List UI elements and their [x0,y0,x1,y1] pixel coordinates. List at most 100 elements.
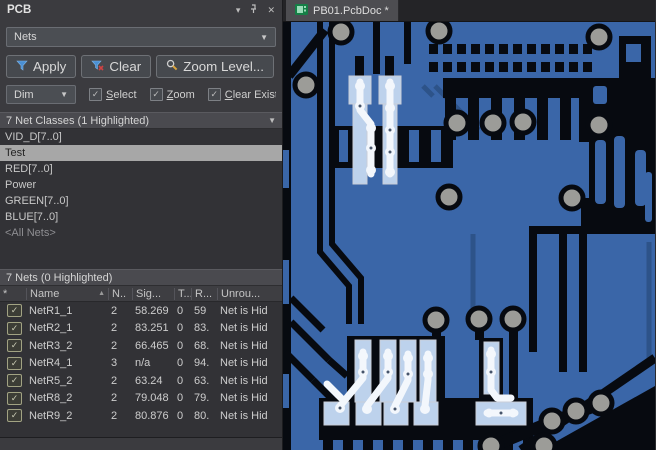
column-header-nodes[interactable]: N.. [108,287,132,300]
nets-header[interactable]: 7 Nets (0 Highlighted) [0,269,282,286]
net-unrouted: Net is Hid [220,409,268,422]
magnifier-icon [166,59,178,74]
net-class-item[interactable]: RED[7..0] [0,161,282,177]
net-t: 0 [177,357,184,370]
panel-header: PCB ▾ ✕ [0,0,282,20]
apply-button[interactable]: Apply [6,55,77,78]
table-row[interactable]: ✓ NetR2_1 2 83.251 0 83. Net is Hid [0,320,282,338]
net-signal: 66.465 [135,339,169,352]
clear-funnel-icon [91,59,104,74]
nets-table-empty-area [0,424,282,438]
browse-mode-value: Nets [14,31,37,43]
net-r: 79. [194,392,210,405]
dim-mode-value: Dim [14,88,34,101]
zoom-option: ✓ Zoom [149,88,195,101]
pcb-panel: PCB ▾ ✕ Nets ▼ Apply Clear Zoom Level... [0,0,283,450]
pcb-artwork [283,22,655,450]
document-tab-bar: PB01.PcbDoc * [283,0,655,22]
zoom-checkbox[interactable]: ✓ [149,88,163,101]
net-r: 94. [194,357,210,370]
net-r: 63. [194,374,210,387]
panel-pin-icon[interactable] [249,4,258,16]
column-header-name[interactable]: Name ▲ [26,287,108,300]
table-row[interactable]: ✓ NetR4_1 3 n/a 0 94. Net is Hid [0,355,282,373]
net-unrouted: Net is Hid [220,357,268,370]
net-class-item[interactable]: Power [0,177,282,193]
net-visible-checkbox[interactable]: ✓ [7,409,22,423]
chevron-down-icon: ▼ [268,116,276,125]
clear-button[interactable]: Clear [81,55,152,78]
column-header-signal[interactable]: Sig... [132,287,174,300]
net-nodes: 2 [111,409,118,422]
table-row[interactable]: ✓ NetR3_2 2 66.465 0 68. Net is Hid [0,337,282,355]
select-checkbox[interactable]: ✓ [89,88,102,101]
net-visible-checkbox[interactable]: ✓ [7,374,22,388]
pcb-editor: PB01.PcbDoc * [283,0,655,450]
zoom-level-button[interactable]: Zoom Level... [156,55,274,78]
tab-label: PB01.PcbDoc * [313,4,389,17]
pcb-document-icon [295,3,308,18]
net-name: NetR4_1 [29,357,73,370]
browse-mode-dropdown[interactable]: Nets ▼ [6,27,276,47]
net-class-list: VID_D[7..0] Test RED[7..0] Power GREEN[7… [0,129,282,269]
net-nodes: 2 [111,374,118,387]
net-visible-checkbox[interactable]: ✓ [7,391,22,405]
net-visible-checkbox[interactable]: ✓ [7,356,22,370]
column-header-check[interactable]: * [0,288,26,300]
net-nodes: 2 [111,392,118,405]
clear-existing-checkbox[interactable]: ✓ [207,88,221,101]
table-row[interactable]: ✓ NetR1_1 2 58.269 0 59 Net is Hid [0,302,282,320]
net-r: 59 [194,304,207,317]
net-unrouted: Net is Hid [220,339,268,352]
net-t: 0 [177,339,184,352]
net-class-item[interactable]: GREEN[7..0] [0,193,282,209]
net-signal: 83.251 [135,322,169,335]
net-name: NetR5_2 [29,374,73,387]
net-visible-checkbox[interactable]: ✓ [7,304,22,318]
net-class-item-all-nets[interactable]: <All Nets> [0,225,282,241]
net-t: 0 [177,409,184,422]
net-class-item-selected[interactable]: Test [0,145,282,161]
dim-mode-dropdown[interactable]: Dim ▼ [6,85,76,104]
net-signal: 58.269 [135,304,169,317]
net-visible-checkbox[interactable]: ✓ [7,339,22,353]
select-option: ✓ Select [89,88,137,101]
nets-table-body: ✓ NetR1_1 2 58.269 0 59 Net is Hid ✓ Net… [0,302,282,425]
net-t: 0 [177,304,184,317]
panel-close-icon[interactable]: ✕ [267,5,275,16]
net-unrouted: Net is Hid [220,392,268,405]
table-row[interactable]: ✓ NetR8_2 2 79.048 0 79. Net is Hid [0,390,282,408]
table-row[interactable]: ✓ NetR9_2 2 80.876 0 80. Net is Hid [0,407,282,425]
column-header-unrouted[interactable]: Unrou... [217,287,282,300]
net-r: 68. [194,339,210,352]
net-class-item[interactable]: BLUE[7..0] [0,209,282,225]
net-t: 0 [177,392,184,405]
apply-funnel-icon [16,59,28,74]
net-signal: n/a [135,357,151,370]
panel-collapse-icon[interactable]: ▾ [236,5,241,16]
clear-existing-option: ✓ Clear Existing [207,88,276,101]
net-name: NetR3_2 [29,339,73,352]
net-classes-header[interactable]: 7 Net Classes (1 Highlighted) ▼ [0,112,282,129]
net-nodes: 3 [111,357,118,370]
tab-pb01-pcbdoc[interactable]: PB01.PcbDoc * [286,0,399,21]
column-header-r[interactable]: R... [191,287,217,300]
column-header-t[interactable]: T... [174,287,191,300]
net-nodes: 2 [111,339,118,352]
pcb-canvas[interactable] [283,22,655,450]
net-r: 83. [194,322,210,335]
net-unrouted: Net is Hid [220,374,268,387]
net-name: NetR9_2 [29,409,73,422]
net-unrouted: Net is Hid [220,304,268,317]
net-name: NetR8_2 [29,392,73,405]
net-name: NetR1_1 [29,304,73,317]
net-unrouted: Net is Hid [220,322,268,335]
net-r: 80. [194,409,210,422]
altium-window: PCB ▾ ✕ Nets ▼ Apply Clear Zoom Level... [0,0,656,450]
table-row[interactable]: ✓ NetR5_2 2 63.24 0 63. Net is Hid [0,372,282,390]
chevron-down-icon: ▼ [260,32,268,42]
highlight-options-row: Dim ▼ ✓ Select ✓ Zoom ✓ Clear Existing [6,85,276,104]
net-visible-checkbox[interactable]: ✓ [7,321,22,335]
net-class-item[interactable]: VID_D[7..0] [0,129,282,145]
net-signal: 80.876 [135,409,169,422]
